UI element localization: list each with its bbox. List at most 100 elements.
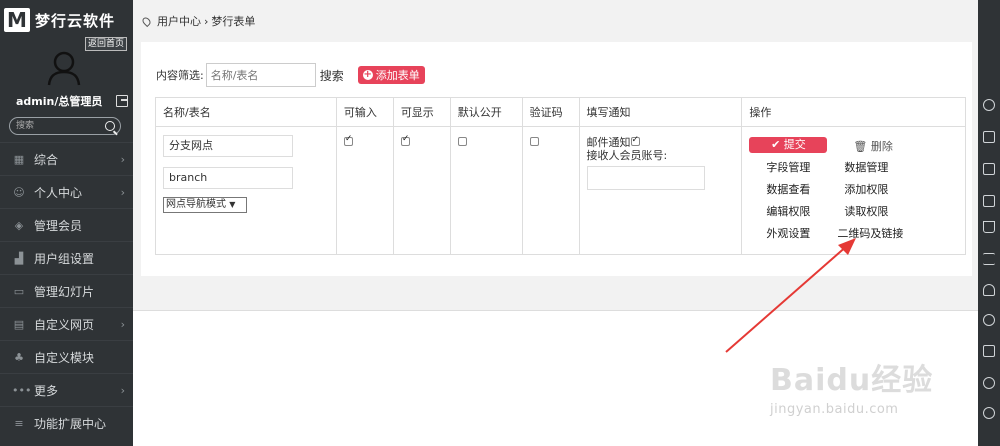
check-icon: ✔	[771, 138, 781, 151]
filter-input[interactable]	[205, 63, 316, 87]
user-name: admin/总管理员	[16, 95, 103, 108]
sidebar-item-custom-modules[interactable]: ♣ 自定义模块	[0, 340, 133, 373]
sidebar-item-label: 管理幻灯片	[34, 284, 95, 299]
submit-button[interactable]: ✔ 提交	[749, 137, 828, 153]
logo-mark: M	[4, 8, 30, 32]
sidebar-item-label: 自定义模块	[34, 350, 95, 365]
back-home-link[interactable]: 返回首页	[85, 37, 128, 51]
qr-link-link[interactable]: 二维码及链接	[837, 225, 903, 241]
share-icon[interactable]	[983, 99, 995, 111]
list-icon[interactable]	[983, 253, 995, 265]
sidebar-item-extensions[interactable]: ≡ 功能扩展中心	[0, 406, 133, 439]
dropdown-arrow-icon: ▼	[229, 200, 236, 209]
content-area: 用户中心 › 梦行表单 内容筛选: 搜索 + 添加表单 名称/	[133, 0, 978, 311]
breadcrumb: 用户中心 › 梦行表单	[140, 13, 256, 29]
logout-icon[interactable]	[116, 95, 128, 107]
help-icon[interactable]	[983, 377, 995, 389]
header-name: 名称/表名	[155, 97, 337, 127]
breadcrumb-current: 梦行表单	[211, 15, 256, 28]
star-icon[interactable]	[983, 314, 995, 326]
sidebar-item-label: 功能扩展中心	[34, 416, 107, 431]
location-pin-icon	[140, 15, 153, 27]
captcha-checkbox[interactable]	[529, 137, 539, 146]
read-permission-link[interactable]: 读取权限	[844, 203, 888, 219]
cart-icon[interactable]	[983, 221, 995, 233]
sidebar-item-manage-members[interactable]: ◈ 管理会员	[0, 208, 133, 241]
sidebar-item-personal-center[interactable]: ☺ 个人中心 ›	[0, 175, 133, 208]
calendar-icon: ▤	[13, 317, 25, 331]
table-name-input[interactable]: branch	[163, 167, 293, 189]
sidebar-item-label: 管理会员	[34, 218, 83, 233]
captcha-cell	[521, 126, 580, 255]
submit-label: 提交	[783, 138, 806, 151]
share-link-icon[interactable]	[983, 407, 995, 419]
edit-permission-link[interactable]: 编辑权限	[766, 203, 810, 219]
sidebar-item-more[interactable]: ••• 更多 ›	[0, 373, 133, 406]
header-displayable: 可显示	[392, 97, 451, 127]
sidebar-item-user-groups[interactable]: ▟ 用户组设置	[0, 241, 133, 274]
sidebar-item-custom-pages[interactable]: ▤ 自定义网页 ›	[0, 307, 133, 340]
public-cell	[449, 126, 523, 255]
watermark-main: Baidu经验	[770, 363, 934, 398]
recipient-label: 接收人会员账号:	[586, 149, 668, 162]
print-icon[interactable]	[983, 345, 995, 357]
recipient-input[interactable]	[586, 166, 705, 190]
table-header-row: 名称/表名 可输入 可显示 默认公开 验证码 填写通知 操作	[155, 97, 966, 127]
add-form-label: 添加表单	[375, 69, 420, 82]
mode-select[interactable]: 网点导航模式 ▼	[163, 197, 247, 213]
add-form-button[interactable]: + 添加表单	[357, 66, 425, 84]
sidebar-search-placeholder: 搜索	[16, 121, 35, 131]
breadcrumb-separator: ›	[204, 14, 209, 28]
public-checkbox[interactable]	[457, 137, 467, 146]
plus-icon: +	[362, 69, 373, 80]
form-name-input[interactable]: 分支网点	[163, 135, 293, 157]
sidebar-item-overview[interactable]: ▦ 综合 ›	[0, 142, 133, 175]
chevron-right-icon: ›	[120, 152, 125, 166]
sidebar-item-label: 自定义网页	[34, 317, 95, 332]
person-icon[interactable]	[983, 284, 995, 296]
layers-icon: ◈	[14, 218, 24, 232]
sidebar-item-label: 用户组设置	[34, 251, 95, 266]
sidebar-item-label: 个人中心	[34, 185, 83, 200]
field-manage-link[interactable]: 字段管理	[766, 159, 810, 175]
watermark-url: jingyan.baidu.com	[770, 402, 899, 417]
search-button[interactable]: 搜索	[320, 67, 344, 84]
notify-cell: 邮件通知 接收人会员账号:	[578, 126, 743, 255]
email-notify-checkbox[interactable]	[630, 134, 640, 147]
brand-name: 梦行云软件	[35, 11, 116, 30]
writable-checkbox[interactable]	[343, 134, 353, 146]
avatar-icon[interactable]	[47, 50, 81, 86]
actions-cell: ✔ 提交 🗑 删除 字段管理 数据管理 数据查看 添加权限 编辑权限 读取权限 …	[741, 126, 966, 255]
modules-icon: ♣	[14, 350, 24, 364]
header-writable: 可输入	[335, 97, 394, 127]
qrcode-icon[interactable]	[983, 195, 995, 207]
breadcrumb-home[interactable]: 用户中心	[157, 13, 201, 29]
table-row: 分支网点 branch 网点导航模式 ▼ ✓ ✓ 邮件通知✓ 接收人会员账号: …	[155, 126, 966, 255]
user-icon: ☺	[13, 185, 25, 199]
message-icon[interactable]	[983, 131, 995, 143]
delete-button[interactable]: 🗑 删除	[853, 138, 892, 154]
search-icon[interactable]	[105, 121, 115, 131]
data-manage-link[interactable]: 数据管理	[844, 159, 888, 175]
filter-row: 内容筛选: 搜索 + 添加表单	[156, 63, 425, 87]
edit-icon[interactable]	[983, 163, 995, 175]
slides-icon: ▭	[13, 284, 25, 298]
email-notify-label: 邮件通知	[586, 136, 631, 149]
header-captcha: 验证码	[521, 97, 580, 127]
add-permission-link[interactable]: 添加权限	[844, 181, 888, 197]
sidebar-search-input[interactable]: 搜索	[9, 117, 121, 135]
more-icon: •••	[12, 383, 32, 397]
writable-cell	[335, 126, 394, 255]
appearance-link[interactable]: 外观设置	[766, 225, 810, 241]
chevron-right-icon: ›	[120, 317, 125, 331]
displayable-cell	[392, 126, 451, 255]
user-row: admin/总管理员	[16, 93, 128, 109]
logo[interactable]: M 梦行云软件	[4, 8, 115, 32]
menu-icon: ≡	[14, 416, 24, 430]
right-toolbar	[978, 0, 1000, 446]
displayable-checkbox[interactable]	[400, 134, 410, 146]
notify-row: 邮件通知	[586, 134, 735, 149]
data-view-link[interactable]: 数据查看	[766, 181, 810, 197]
header-notify: 填写通知	[578, 97, 743, 127]
sidebar-item-slides[interactable]: ▭ 管理幻灯片	[0, 274, 133, 307]
